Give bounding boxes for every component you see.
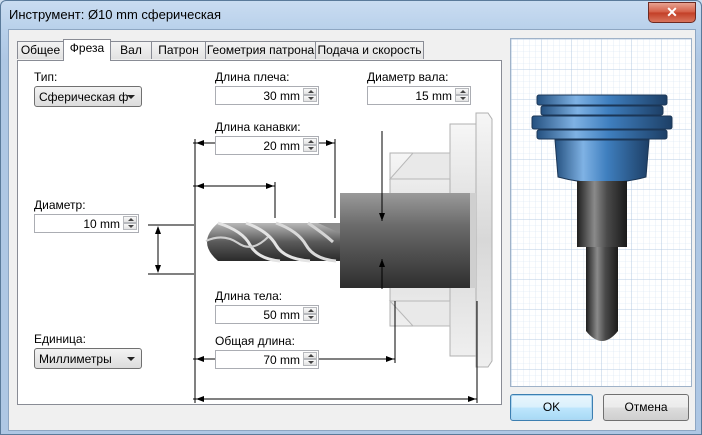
title-bar[interactable]: Инструмент: Ø10 mm сферическая ✕ (1, 1, 701, 29)
type-select-value: Сферическая фр (39, 90, 129, 104)
diameter-spinbox[interactable]: 10 mm (34, 214, 139, 233)
groove-length-label: Длина канавки: (215, 120, 301, 134)
groove-length-spinbox[interactable]: 20 mm (215, 136, 319, 155)
type-select[interactable]: Сферическая фр (34, 86, 142, 107)
tab-holder-geometry[interactable]: Геометрия патрона (205, 41, 316, 59)
close-button[interactable]: ✕ (648, 2, 696, 23)
unit-select[interactable]: Миллиметры (34, 348, 142, 369)
body-length-value: 50 mm (263, 308, 300, 322)
spin-up-icon[interactable] (303, 352, 317, 359)
spin-up-icon[interactable] (123, 216, 137, 223)
shoulder-length-spinbox[interactable]: 30 mm (215, 86, 319, 105)
shoulder-length-label: Длина плеча: (215, 70, 290, 84)
overall-length-value: 70 mm (263, 353, 300, 367)
cancel-button[interactable]: Отмена (603, 394, 689, 421)
spin-down-icon[interactable] (455, 95, 469, 102)
tab-feed-speed[interactable]: Подача и скорость (315, 41, 424, 59)
chevron-down-icon (127, 357, 135, 361)
shaft-diameter-value: 15 mm (415, 89, 452, 103)
cutter-tab-panel: Тип: Сферическая фр Диаметр: 10 mm Едини… (17, 60, 502, 405)
spin-down-icon[interactable] (123, 223, 137, 230)
tab-shaft[interactable]: Вал (110, 41, 152, 59)
spin-up-icon[interactable] (303, 138, 317, 145)
diameter-label: Диаметр: (34, 198, 86, 212)
spin-up-icon[interactable] (455, 88, 469, 95)
shaft-diameter-spinbox[interactable]: 15 mm (367, 86, 471, 105)
unit-select-value: Миллиметры (39, 352, 112, 366)
spin-down-icon[interactable] (303, 145, 317, 152)
spin-up-icon[interactable] (303, 88, 317, 95)
spin-down-icon[interactable] (303, 314, 317, 321)
tool-shank (340, 193, 475, 288)
type-label: Тип: (34, 70, 58, 84)
window-title: Инструмент: Ø10 mm сферическая (9, 7, 222, 22)
unit-label: Единица: (34, 332, 86, 346)
tool-flutes (205, 221, 340, 263)
spin-down-icon[interactable] (303, 95, 317, 102)
body-length-spinbox[interactable]: 50 mm (215, 305, 319, 324)
tab-holder[interactable]: Патрон (151, 41, 206, 59)
groove-length-value: 20 mm (263, 139, 300, 153)
tab-general[interactable]: Общее (17, 41, 64, 59)
dialog-client-area: Общее Фреза Вал Патрон Геометрия патрона… (8, 29, 696, 431)
overall-length-spinbox[interactable]: 70 mm (215, 350, 319, 369)
body-length-label: Длина тела: (215, 289, 283, 303)
spin-up-icon[interactable] (303, 307, 317, 314)
shaft-diameter-label: Диаметр вала: (367, 70, 449, 84)
diameter-value: 10 mm (83, 217, 120, 231)
shoulder-length-value: 30 mm (263, 89, 300, 103)
dialog-window: Инструмент: Ø10 mm сферическая ✕ Общее Ф… (0, 0, 702, 435)
overall-length-label: Общая длина: (215, 334, 295, 348)
tab-cutter[interactable]: Фреза (63, 39, 111, 61)
spin-down-icon[interactable] (303, 359, 317, 366)
ok-button[interactable]: OK (510, 394, 593, 421)
tool-3d-preview[interactable] (510, 38, 692, 387)
chevron-down-icon (127, 95, 135, 99)
tool-preview-render (511, 39, 691, 386)
